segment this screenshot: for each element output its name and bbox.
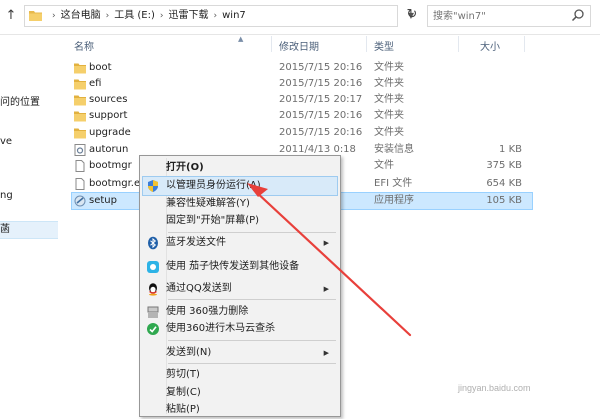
- watermark: jingyan.baidu.com: [458, 383, 531, 393]
- annotation-arrow: [247, 183, 412, 337]
